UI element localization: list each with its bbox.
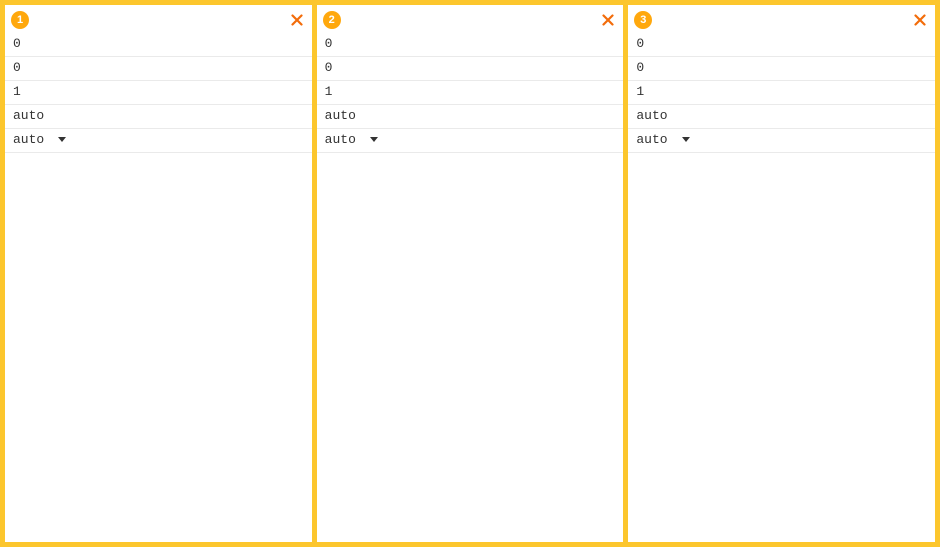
value-text: 1: [636, 83, 644, 101]
select-value: auto: [13, 131, 44, 149]
panel-badge: 1: [11, 11, 29, 29]
value-text: auto: [13, 107, 44, 125]
panel-2: 2 0 0 1 auto auto: [317, 5, 624, 542]
select-row[interactable]: auto: [5, 129, 312, 153]
value-text: 0: [325, 59, 333, 77]
chevron-down-icon: [370, 137, 378, 143]
close-icon[interactable]: [288, 11, 306, 29]
value-text: auto: [636, 107, 667, 125]
value-row[interactable]: 0: [628, 33, 935, 57]
value-text: 0: [636, 35, 644, 53]
value-text: 0: [13, 59, 21, 77]
select-row[interactable]: auto: [628, 129, 935, 153]
value-row[interactable]: auto: [5, 105, 312, 129]
select-row[interactable]: auto: [317, 129, 624, 153]
panel-header: 1: [5, 5, 312, 33]
value-row[interactable]: 1: [628, 81, 935, 105]
panel-rows: 0 0 1 auto auto: [5, 33, 312, 153]
value-text: auto: [325, 107, 356, 125]
panel-header: 2: [317, 5, 624, 33]
value-row[interactable]: 0: [317, 57, 624, 81]
value-row[interactable]: 0: [628, 57, 935, 81]
panel-badge: 3: [634, 11, 652, 29]
panel-3: 3 0 0 1 auto auto: [628, 5, 935, 542]
value-row[interactable]: auto: [317, 105, 624, 129]
value-row[interactable]: 0: [317, 33, 624, 57]
value-row[interactable]: 1: [317, 81, 624, 105]
value-text: 1: [13, 83, 21, 101]
value-row[interactable]: auto: [628, 105, 935, 129]
panel-1: 1 0 0 1 auto auto: [5, 5, 312, 542]
chevron-down-icon: [682, 137, 690, 143]
value-text: 0: [636, 59, 644, 77]
value-row[interactable]: 1: [5, 81, 312, 105]
value-row[interactable]: 0: [5, 33, 312, 57]
panel-rows: 0 0 1 auto auto: [628, 33, 935, 153]
select-value: auto: [636, 131, 667, 149]
close-icon[interactable]: [599, 11, 617, 29]
close-icon[interactable]: [911, 11, 929, 29]
value-text: 1: [325, 83, 333, 101]
value-row[interactable]: 0: [5, 57, 312, 81]
panel-badge: 2: [323, 11, 341, 29]
value-text: 0: [325, 35, 333, 53]
panel-rows: 0 0 1 auto auto: [317, 33, 624, 153]
panel-header: 3: [628, 5, 935, 33]
value-text: 0: [13, 35, 21, 53]
select-value: auto: [325, 131, 356, 149]
chevron-down-icon: [58, 137, 66, 143]
